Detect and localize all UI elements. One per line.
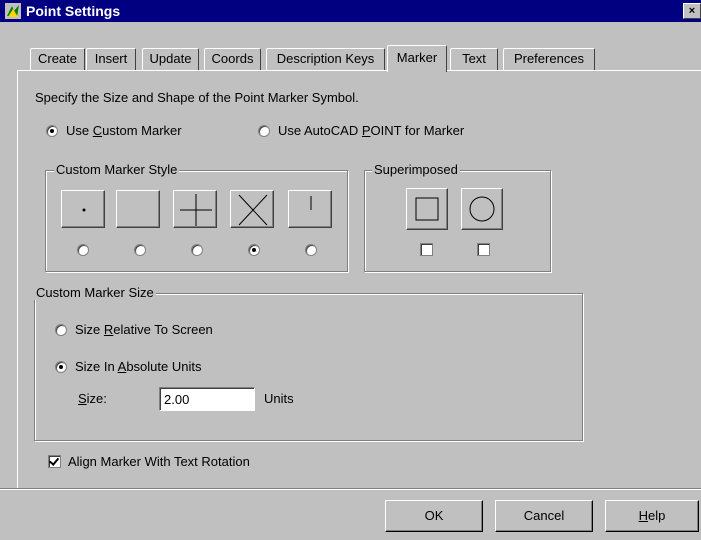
close-button[interactable]: × [683, 3, 701, 19]
size-absolute-label[interactable]: Size In Absolute Units [75, 359, 201, 375]
plus-marker-icon[interactable] [173, 190, 217, 228]
size-input[interactable] [159, 387, 255, 411]
instruction-text: Specify the Size and Shape of the Point … [35, 90, 359, 105]
cross-marker-icon[interactable] [230, 190, 274, 228]
cancel-button[interactable]: Cancel [495, 500, 593, 532]
use-autocad-point-radio[interactable] [258, 125, 270, 137]
circle-marker-icon[interactable] [461, 188, 503, 230]
tab-create[interactable]: Create [30, 48, 85, 70]
tick-marker-radio[interactable] [305, 244, 317, 256]
circle-superimposed-checkbox[interactable] [477, 243, 490, 256]
button-bar-separator [0, 488, 701, 490]
tab-label: Description Keys [276, 51, 375, 66]
blank-marker-radio[interactable] [134, 244, 146, 256]
align-marker-checkbox[interactable] [48, 455, 61, 468]
custom-marker-size-label: Custom Marker Size [34, 285, 156, 300]
superimposed-label: Superimposed [372, 162, 460, 177]
title-bar[interactable]: Point Settings × [0, 0, 701, 22]
tab-insert[interactable]: Insert [86, 48, 136, 70]
tab-coords[interactable]: Coords [204, 48, 261, 70]
tab-description-keys[interactable]: Description Keys [266, 48, 385, 70]
tab-label: Insert [94, 51, 128, 66]
use-custom-marker-label[interactable]: Use Custom Marker [66, 123, 182, 139]
custom-marker-style-label: Custom Marker Style [54, 162, 180, 177]
dot-marker-icon[interactable] [61, 190, 105, 228]
tab-marker[interactable]: Marker [387, 45, 447, 72]
help-button[interactable]: Help [605, 500, 699, 532]
size-relative-label[interactable]: Size Relative To Screen [75, 322, 213, 338]
tab-label: Preferences [513, 51, 585, 66]
tab-text[interactable]: Text [450, 48, 498, 70]
size-field-label: Size: [78, 391, 107, 406]
size-relative-radio[interactable] [55, 324, 67, 336]
tab-label: Coords [211, 51, 254, 66]
dot-marker-radio[interactable] [77, 244, 89, 256]
cross-marker-radio[interactable] [248, 244, 260, 256]
tab-update[interactable]: Update [142, 48, 199, 70]
window-title: Point Settings [26, 3, 121, 19]
app-icon [5, 3, 21, 19]
square-superimposed-checkbox[interactable] [420, 243, 433, 256]
units-label: Units [264, 391, 294, 406]
use-custom-marker-radio[interactable] [46, 125, 58, 137]
use-autocad-point-label[interactable]: Use AutoCAD POINT for Marker [278, 123, 464, 139]
tab-preferences[interactable]: Preferences [503, 48, 595, 70]
ok-button[interactable]: OK [385, 500, 483, 532]
plus-marker-radio[interactable] [191, 244, 203, 256]
tab-label: Text [462, 51, 486, 66]
close-icon: × [688, 5, 696, 17]
align-marker-label[interactable]: Align Marker With Text Rotation [68, 454, 250, 470]
square-marker-icon[interactable] [406, 188, 448, 230]
tick-marker-icon[interactable] [288, 190, 332, 228]
tab-label: Create [37, 51, 78, 66]
size-absolute-radio[interactable] [55, 361, 67, 373]
superimposed-group [364, 170, 551, 272]
tab-label: Update [149, 51, 192, 66]
blank-marker-icon[interactable] [116, 190, 160, 228]
tab-label: Marker [396, 50, 438, 65]
